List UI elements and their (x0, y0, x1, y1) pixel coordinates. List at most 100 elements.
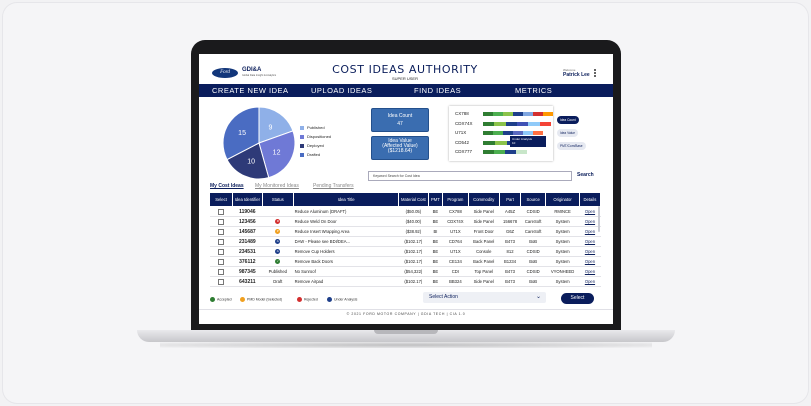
program-bar-segment[interactable] (493, 131, 503, 135)
table-row[interactable]: 643211 Draft Remove Airpad ($102.17) BE BB324… (209, 276, 601, 287)
status-cell: Published (262, 266, 294, 277)
column-header[interactable]: Commodity (467, 192, 501, 207)
details-open-link[interactable]: Open (579, 276, 601, 287)
program-bar-segment[interactable] (495, 140, 507, 145)
row-select-cell[interactable] (209, 266, 233, 277)
program-bar-segment[interactable] (543, 112, 553, 116)
keyword-search-input[interactable]: Keyword Search for Cost Idea (368, 171, 572, 181)
row-select-cell[interactable] (209, 216, 233, 227)
row-checkbox[interactable] (218, 268, 225, 275)
program-bar-segment[interactable] (533, 131, 543, 135)
toggle-idea-count[interactable]: Idea Count (557, 116, 579, 124)
legend-swatch (300, 152, 304, 157)
details-open-link[interactable]: Open (579, 266, 601, 277)
table-row[interactable]: 376112 ✓ Remove Back Doors ($102.17) BE CE134… (209, 256, 601, 267)
table-row[interactable]: 231489 A DAW - Please see BDI/DEA... ($102.… (209, 236, 601, 247)
column-header[interactable]: Source (520, 192, 547, 207)
nav-metrics[interactable]: METRICS (515, 84, 552, 97)
idea-count-card[interactable]: Idea Count 47 (371, 108, 429, 132)
table-row[interactable]: 119046 Reduce Aluminum (DRAFT) ($50.05) BE C… (209, 206, 601, 217)
program-bar-segment[interactable] (483, 112, 493, 116)
column-header[interactable]: Idea Identifier (232, 192, 263, 207)
tab-my-cost-ideas[interactable]: My Cost Ideas (210, 183, 244, 189)
program-bar-segment[interactable] (523, 112, 533, 116)
program-bar-segment[interactable] (494, 121, 506, 126)
row-checkbox[interactable] (218, 228, 225, 235)
legend-label: Dispositioned (307, 134, 332, 139)
program-bar-segment[interactable] (503, 131, 513, 135)
program-bar-segment[interactable] (493, 112, 503, 116)
program-bar-segment[interactable] (505, 150, 516, 154)
nav-find-ideas[interactable]: FIND IDEAS (414, 84, 461, 97)
table-scrollbar[interactable] (598, 206, 600, 232)
column-header[interactable]: Program (442, 192, 469, 207)
column-header[interactable]: Originator (545, 192, 580, 207)
program-bar-segment[interactable] (503, 112, 513, 116)
row-select-cell[interactable] (209, 236, 233, 247)
idea-value-card[interactable]: Idea Value (Affected Value) ($1218.64) (371, 136, 429, 160)
program-bar-segment[interactable] (523, 131, 533, 135)
column-header[interactable]: Select (208, 192, 234, 207)
row-checkbox[interactable] (218, 218, 225, 225)
row-checkbox[interactable] (218, 248, 225, 255)
program-bar-segment[interactable] (513, 131, 523, 135)
row-checkbox[interactable] (218, 278, 225, 285)
row-checkbox[interactable] (218, 238, 225, 245)
details-open-link[interactable]: Open (579, 256, 601, 267)
column-header[interactable]: Material Cost (398, 192, 429, 207)
user-name[interactable]: Patrick Lee (563, 72, 590, 78)
legend-swatch (300, 134, 304, 139)
idea-identifier: 123456 (232, 216, 263, 227)
table-row[interactable]: 145687 P Reduce Insert Wrapping Area ($38.9… (209, 226, 601, 237)
program-bar-segment[interactable] (483, 121, 495, 126)
program-bar-segment[interactable] (483, 140, 495, 145)
status-pie-chart[interactable]: 9 12 10 15 (221, 105, 297, 181)
row-select-cell[interactable] (209, 226, 233, 237)
source: CDSID (520, 246, 546, 257)
program-bar[interactable] (483, 150, 527, 154)
column-header[interactable]: PMT (427, 192, 444, 207)
search-button[interactable]: Search (577, 172, 594, 178)
nav-create-new-idea[interactable]: CREATE NEW IDEA (212, 84, 289, 97)
program-bar[interactable] (483, 112, 553, 116)
row-checkbox[interactable] (218, 258, 225, 265)
program-bar-segment[interactable] (516, 150, 527, 154)
tab-pending-transfers[interactable]: Pending Transfers (313, 183, 354, 189)
details-open-link[interactable]: Open (579, 236, 601, 247)
program-bar-segment[interactable] (533, 112, 543, 116)
accepted-icon (210, 297, 215, 302)
program-bar-segment[interactable] (483, 131, 493, 135)
tab-my-monitored-ideas[interactable]: My Monitored Ideas (255, 183, 299, 189)
select-button[interactable]: Select (561, 293, 594, 304)
row-select-cell[interactable] (209, 256, 233, 267)
commodity: Console (468, 246, 500, 257)
program-bar-segment[interactable] (539, 121, 551, 126)
program: CX788 (442, 206, 468, 217)
row-checkbox[interactable] (218, 208, 225, 215)
column-header[interactable]: Part (499, 192, 522, 207)
program-bar-segment[interactable] (516, 121, 529, 126)
program-bar-segment[interactable] (483, 150, 494, 154)
program-bar[interactable] (483, 121, 551, 126)
nav-upload-ideas[interactable]: UPLOAD IDEAS (311, 84, 372, 97)
program-bar-segment[interactable] (528, 121, 540, 126)
details-open-link[interactable]: Open (579, 246, 601, 257)
row-select-cell[interactable] (209, 276, 233, 287)
program-bar[interactable] (483, 131, 543, 135)
column-header[interactable]: Status (261, 192, 295, 207)
column-header[interactable]: Idea Title (293, 192, 400, 207)
table-row[interactable]: 987345 Published No Sunroof ($54,322) BE CDI T… (209, 266, 601, 277)
ford-logo[interactable]: Ford (212, 68, 238, 78)
select-action-dropdown[interactable]: Select Action ⌄ (423, 292, 546, 303)
row-select-cell[interactable] (209, 246, 233, 257)
program-bar-segment[interactable] (494, 150, 505, 154)
kebab-menu-icon[interactable] (594, 69, 597, 79)
column-header[interactable]: Details (578, 192, 602, 207)
toggle-idea-value[interactable]: Idea Value (557, 129, 579, 137)
table-row[interactable]: 234531 A Remove Cup Holders ($102.17) BE U71X… (209, 246, 601, 257)
program-bar-segment[interactable] (505, 121, 517, 126)
row-select-cell[interactable] (209, 206, 233, 217)
toggle-pmt-com-base[interactable]: PMT/Com/Base (557, 142, 586, 150)
table-row[interactable]: 123456 R Reduce Weld On Door ($40.00) BE CDX7… (209, 216, 601, 227)
program-bar-segment[interactable] (513, 112, 523, 116)
